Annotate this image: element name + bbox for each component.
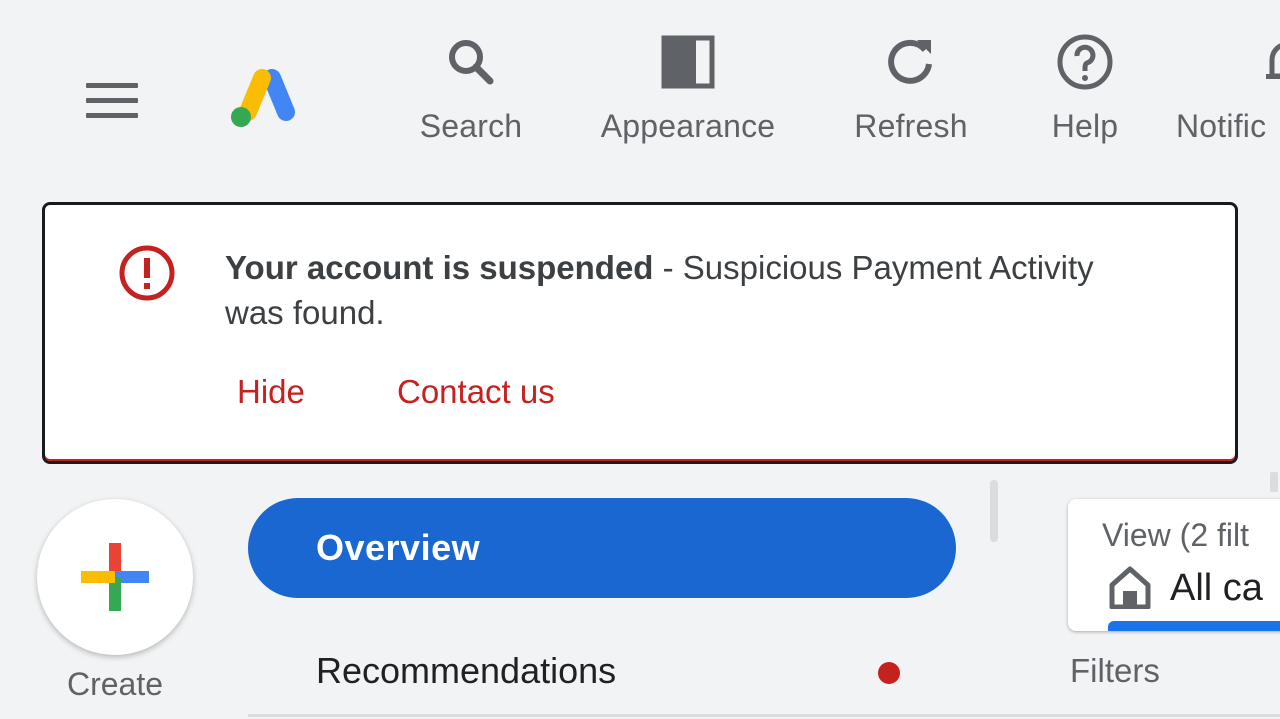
notifications-button[interactable]: Notific bbox=[1176, 30, 1280, 150]
nav-scrollbar[interactable] bbox=[990, 480, 998, 542]
main-menu-button[interactable] bbox=[86, 83, 138, 119]
account-suspended-alert: Your account is suspended - Suspicious P… bbox=[42, 202, 1238, 464]
nav-item-overview[interactable]: Overview bbox=[248, 498, 956, 598]
alert-message: Your account is suspended - Suspicious P… bbox=[225, 245, 1105, 335]
search-button[interactable]: Search bbox=[406, 30, 536, 150]
view-label: View (2 filt bbox=[1102, 517, 1250, 553]
create-label: Create bbox=[66, 666, 164, 702]
content-scrollbar[interactable] bbox=[1270, 472, 1278, 492]
help-label: Help bbox=[1051, 108, 1119, 144]
appearance-icon bbox=[661, 35, 715, 89]
create-button[interactable] bbox=[37, 499, 193, 655]
hide-alert-button[interactable]: Hide bbox=[237, 373, 305, 411]
view-underline bbox=[1108, 621, 1280, 631]
nav-item-recommendations-label: Recommendations bbox=[316, 650, 617, 691]
view-selector[interactable]: View (2 filt All ca bbox=[1068, 499, 1280, 631]
contact-us-link[interactable]: Contact us bbox=[397, 373, 555, 411]
help-button[interactable]: Help bbox=[1040, 30, 1130, 150]
appearance-button[interactable]: Appearance bbox=[588, 30, 788, 150]
view-value: All ca bbox=[1170, 567, 1263, 609]
divider bbox=[248, 714, 1280, 717]
appearance-label: Appearance bbox=[600, 108, 776, 144]
google-ads-logo bbox=[231, 69, 295, 127]
refresh-icon bbox=[888, 39, 932, 84]
nav-item-overview-label: Overview bbox=[316, 527, 481, 568]
search-icon bbox=[449, 40, 494, 85]
alert-title: Your account is suspended bbox=[225, 249, 654, 286]
error-icon bbox=[119, 245, 175, 301]
refresh-button[interactable]: Refresh bbox=[842, 30, 980, 150]
bell-icon bbox=[1266, 43, 1280, 79]
nav-item-recommendations[interactable]: Recommendations bbox=[248, 640, 956, 704]
notification-dot bbox=[878, 662, 900, 684]
filters-button[interactable]: Filters bbox=[1070, 652, 1160, 690]
notifications-label: Notific bbox=[1176, 108, 1267, 144]
refresh-label: Refresh bbox=[854, 108, 968, 144]
plus-icon bbox=[81, 543, 149, 611]
help-icon bbox=[1057, 34, 1113, 90]
hamburger-icon bbox=[86, 83, 138, 88]
search-label: Search bbox=[419, 108, 523, 144]
ads-app: Search Appearance Refresh Help Notific Y… bbox=[0, 0, 1280, 719]
home-icon bbox=[1109, 566, 1151, 609]
